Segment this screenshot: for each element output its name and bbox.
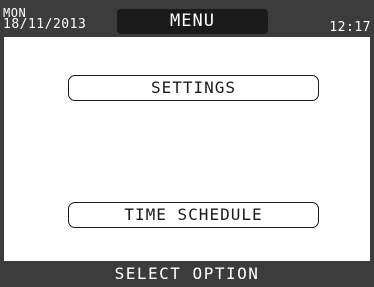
- page-title: MENU: [117, 9, 268, 34]
- date-label: 18/11/2013: [3, 17, 87, 32]
- status-bar: MON 18/11/2013 MENU 12:17: [0, 0, 374, 37]
- thermostat-screen: MON 18/11/2013 MENU 12:17 SETTINGS TIME …: [0, 0, 374, 285]
- menu-panel: SETTINGS TIME SCHEDULE: [4, 37, 370, 261]
- footer-prompt: SELECT OPTION: [0, 261, 374, 285]
- settings-button[interactable]: SETTINGS: [68, 75, 319, 101]
- clock-label: 12:17: [329, 20, 371, 35]
- date-display: MON 18/11/2013: [3, 7, 87, 32]
- time-schedule-button[interactable]: TIME SCHEDULE: [68, 202, 319, 228]
